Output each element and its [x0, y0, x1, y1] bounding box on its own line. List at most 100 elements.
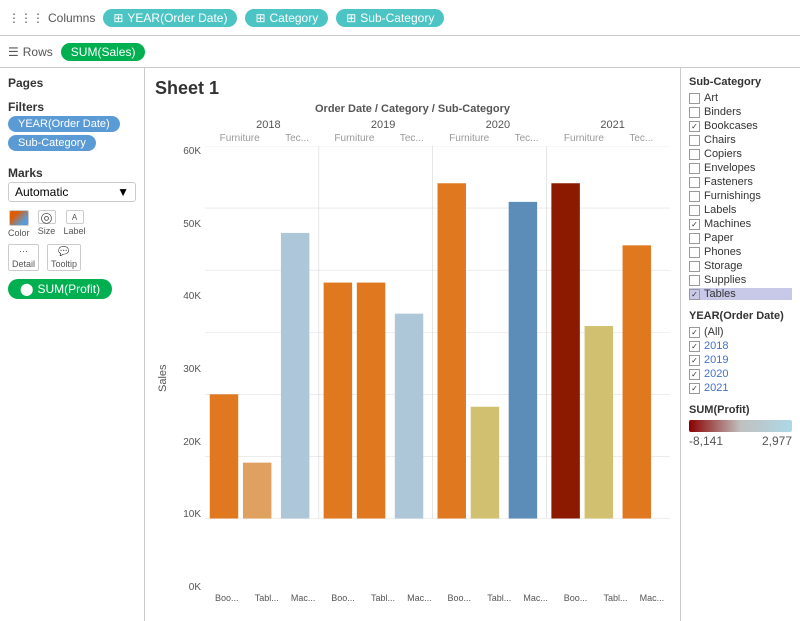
checkbox-2021[interactable] — [689, 383, 700, 394]
x-label-mac2: Mac... — [401, 593, 437, 611]
checkbox-storage[interactable] — [689, 261, 700, 272]
y-tick-20k: 20K — [183, 437, 201, 448]
x-label-mac4: Mac... — [634, 593, 670, 611]
legend-item-bookcases: Bookcases — [689, 120, 792, 132]
profit-max: 2,977 — [762, 434, 792, 448]
tooltip-control[interactable]: 💬 Tooltip — [47, 244, 81, 271]
legend-item-chairs: Chairs — [689, 134, 792, 146]
legend-item-2019: 2019 — [689, 354, 792, 366]
y-ticks-container: 60K 50K 40K 30K 20K 10K 0K — [171, 146, 205, 611]
legend-item-2021: 2021 — [689, 382, 792, 394]
marks-type-label: Automatic — [15, 185, 68, 199]
year-headers: 2018 2019 2020 2021 — [155, 119, 670, 131]
detail-control[interactable]: ⋯ Detail — [8, 244, 39, 271]
bar-2019-tech-machines — [395, 314, 423, 519]
chart-title: Sheet 1 — [155, 78, 670, 99]
legend-label-phones: Phones — [704, 246, 741, 258]
checkbox-furnishings[interactable] — [689, 191, 700, 202]
legend-item-copiers: Copiers — [689, 148, 792, 160]
legend-label-all: (All) — [704, 326, 724, 338]
main-area: Pages Filters YEAR(Order Date) Sub-Categ… — [0, 68, 800, 621]
y-tick-40k: 40K — [183, 291, 201, 302]
legend-item-art: Art — [689, 92, 792, 104]
right-scroll: Sub-Category Art Binders Bookcases — [689, 76, 792, 458]
right-panel: Sub-Category Art Binders Bookcases — [680, 68, 800, 621]
x-label-boo2: Boo... — [321, 593, 365, 611]
bar-2020-furn-tables — [471, 407, 499, 519]
label-control[interactable]: A Label — [64, 210, 86, 238]
filters-section: Filters YEAR(Order Date) Sub-Category — [8, 100, 136, 154]
marks-title: Marks — [8, 166, 136, 180]
filter-subcategory-pill[interactable]: Sub-Category — [8, 135, 96, 151]
tooltip-icon-symbol: 💬 — [58, 246, 69, 257]
bar-2021-furn-bookcases — [551, 183, 579, 518]
columns-icon: ⋮⋮⋮ — [8, 11, 44, 25]
sum-profit-pill[interactable]: ⬤ SUM(Profit) — [8, 279, 112, 299]
year-2021: 2021 — [555, 119, 670, 131]
y-tick-30k: 30K — [183, 364, 201, 375]
year-legend-title: YEAR(Order Date) — [689, 310, 792, 322]
label-label: Label — [64, 226, 86, 236]
checkbox-paper[interactable] — [689, 233, 700, 244]
rows-bar: ☰ Rows SUM(Sales) — [0, 36, 800, 68]
x-label-tabl4: Tabl... — [597, 593, 633, 611]
color-control[interactable]: Color — [8, 210, 30, 238]
checkbox-copiers[interactable] — [689, 149, 700, 160]
size-label: Size — [38, 226, 56, 236]
checkbox-2019[interactable] — [689, 355, 700, 366]
legend-label-copiers: Copiers — [704, 148, 742, 160]
cat-tec-2: Tec... — [383, 133, 440, 144]
gradient-bar — [689, 420, 792, 432]
checkbox-machines[interactable] — [689, 219, 700, 230]
filter-year-pill[interactable]: YEAR(Order Date) — [8, 116, 120, 132]
x-axis-labels: Boo... Tabl... Mac... Boo... Tabl... Mac… — [205, 593, 670, 611]
legend-label-2021: 2021 — [704, 382, 728, 394]
year-2018: 2018 — [211, 119, 326, 131]
y-axis-label: Sales — [155, 146, 171, 611]
legend-label-storage: Storage — [704, 260, 743, 272]
x-label-boo4: Boo... — [554, 593, 598, 611]
checkbox-supplies[interactable] — [689, 275, 700, 286]
checkbox-2018[interactable] — [689, 341, 700, 352]
checkbox-labels[interactable] — [689, 205, 700, 216]
checkbox-fasteners[interactable] — [689, 177, 700, 188]
legend-label-bookcases: Bookcases — [704, 120, 758, 132]
legend-item-paper: Paper — [689, 232, 792, 244]
pill-icon: ⊞ — [346, 11, 356, 25]
checkbox-binders[interactable] — [689, 107, 700, 118]
checkbox-2020[interactable] — [689, 369, 700, 380]
pages-title: Pages — [8, 76, 136, 90]
left-panel: Pages Filters YEAR(Order Date) Sub-Categ… — [0, 68, 145, 621]
cat-headers: Furniture Tec... Furniture Tec... Furnit… — [155, 133, 670, 144]
legend-label-chairs: Chairs — [704, 134, 736, 146]
checkbox-all[interactable] — [689, 327, 700, 338]
color-label: Color — [8, 228, 30, 238]
bar-2019-furn-bookcases — [324, 283, 352, 519]
checkbox-bookcases[interactable] — [689, 121, 700, 132]
pill-label: YEAR(Order Date) — [127, 11, 227, 25]
sum-sales-pill[interactable]: SUM(Sales) — [61, 43, 146, 61]
checkbox-art[interactable] — [689, 93, 700, 104]
marks-type-dropdown[interactable]: Automatic ▼ — [8, 182, 136, 202]
subcategory-pill[interactable]: ⊞ Sub-Category — [336, 9, 444, 27]
checkbox-chairs[interactable] — [689, 135, 700, 146]
checkbox-tables[interactable] — [689, 289, 700, 300]
checkbox-phones[interactable] — [689, 247, 700, 258]
bar-2018-furn-bookcases — [210, 394, 238, 518]
checkbox-envelopes[interactable] — [689, 163, 700, 174]
tooltip-label: Tooltip — [51, 259, 77, 269]
detail-label: Detail — [12, 259, 35, 269]
legend-label-envelopes: Envelopes — [704, 162, 755, 174]
size-control[interactable]: ◎ Size — [38, 210, 56, 238]
x-label-tabl1: Tabl... — [249, 593, 285, 611]
legend-label-paper: Paper — [704, 232, 733, 244]
legend-label-art: Art — [704, 92, 718, 104]
bar-2020-furn-bookcases — [438, 183, 466, 518]
cat-tec-4: Tec... — [613, 133, 670, 144]
category-pill[interactable]: ⊞ Category — [245, 9, 328, 27]
year-order-date-pill[interactable]: ⊞ YEAR(Order Date) — [103, 9, 237, 27]
legend-item-all: (All) — [689, 326, 792, 338]
chart-subtitle: Order Date / Category / Sub-Category — [155, 103, 670, 115]
chevron-down-icon: ▼ — [117, 185, 129, 199]
legend-item-labels: Labels — [689, 204, 792, 216]
